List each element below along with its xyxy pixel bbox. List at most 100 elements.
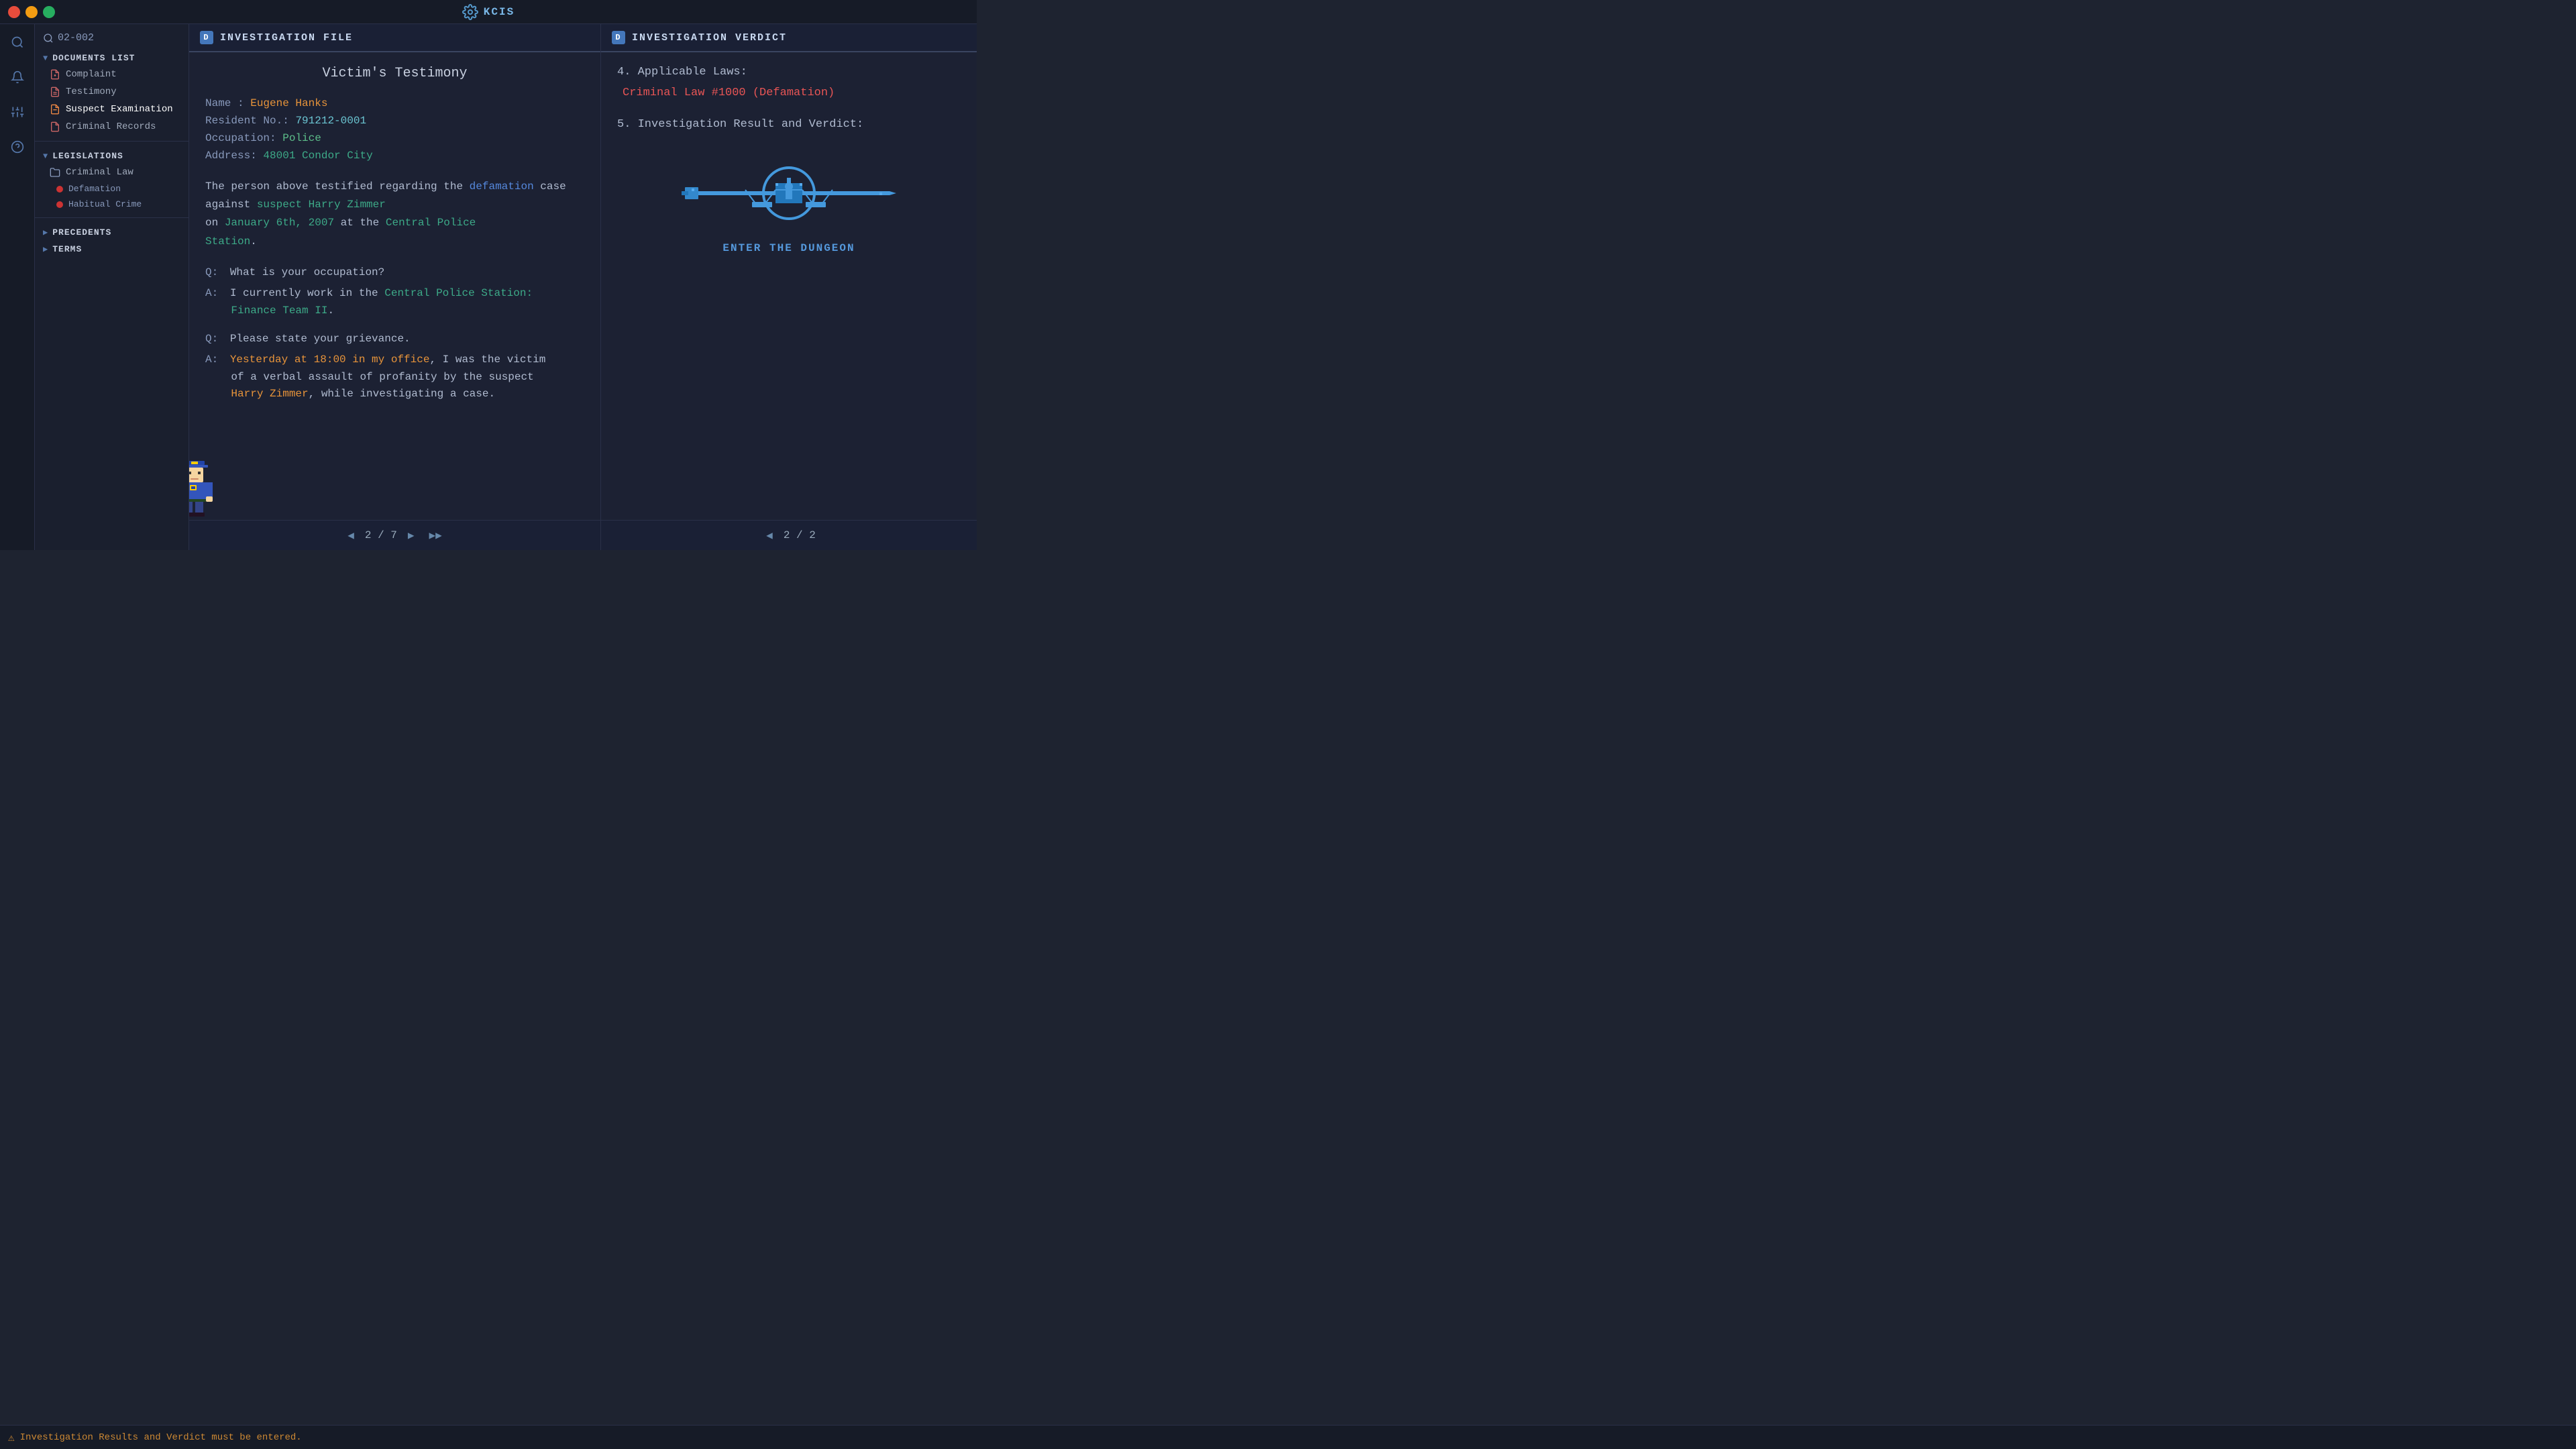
warning-icon: ⚠ — [8, 1431, 15, 1444]
case-id: 02-002 — [35, 30, 189, 49]
precedents-section-header[interactable]: ▶ Precedents — [35, 223, 189, 240]
app-logo: KCIS — [462, 4, 515, 20]
address-num: 48001 — [263, 150, 295, 162]
complaint-label: Complaint — [66, 69, 117, 80]
occupation-value: Police — [282, 132, 321, 144]
precedents-arrow: ▶ — [43, 227, 48, 237]
verdict-pagination: ◀ 2 / 2 — [762, 527, 816, 543]
sliders-icon-button[interactable] — [5, 99, 30, 125]
character-sprite — [189, 458, 218, 522]
investigation-file-panel: D Investigation File Victim's Testimony … — [189, 24, 601, 550]
qa-a2: A: Yesterday at 18:00 in my office, I wa… — [205, 352, 584, 403]
defamation-label: Defamation — [68, 184, 121, 194]
a2-label: A: — [205, 354, 218, 366]
criminal-records-label: Criminal Records — [66, 121, 156, 132]
sidebar: 02-002 ▼ Documents List Complaint Testim… — [35, 24, 189, 550]
qa-q1: Q: What is your occupation? — [205, 264, 584, 282]
file-page-text: 2 / 7 — [365, 529, 397, 541]
q1-text: What is your occupation? — [230, 266, 384, 278]
q2-label: Q: — [205, 333, 218, 345]
documents-arrow: ▼ — [43, 54, 48, 63]
address-city: Condor City — [302, 150, 373, 162]
search-icon — [11, 36, 24, 49]
documents-section-header[interactable]: ▼ Documents List — [35, 49, 189, 66]
habitual-crime-label: Habitual Crime — [68, 199, 142, 209]
verdict-section-5: 5. Investigation Result and Verdict: — [617, 118, 961, 131]
inv-verdict-content: 4. Applicable Laws: Criminal Law #1000 (… — [601, 52, 977, 520]
minimize-button[interactable] — [25, 6, 38, 18]
file-prev-first-button[interactable]: ◀ — [343, 527, 358, 543]
date-link: January 6th, 2007 — [225, 217, 334, 229]
gear-icon — [462, 4, 478, 20]
file-pagination: ◀ 2 / 7 ▶ ▶▶ — [343, 527, 446, 543]
resident-value: 791212-0001 — [295, 115, 366, 127]
main-layout: 02-002 ▼ Documents List Complaint Testim… — [0, 24, 977, 550]
precedents-label: Precedents — [52, 227, 111, 237]
bell-icon-button[interactable] — [5, 64, 30, 90]
legislations-section-header[interactable]: ▼ Legislations — [35, 147, 189, 164]
sidebar-item-criminal-law[interactable]: Criminal Law — [35, 164, 189, 181]
sliders-icon — [11, 105, 24, 119]
window-controls[interactable] — [8, 6, 55, 18]
defamation-link: defamation — [470, 180, 534, 193]
titlebar: KCIS — [0, 0, 977, 24]
sidebar-item-testimony[interactable]: Testimony — [35, 83, 189, 101]
help-icon-button[interactable] — [5, 134, 30, 160]
suspect-icon — [50, 104, 60, 115]
documents-label: Documents List — [52, 53, 135, 63]
icon-strip — [0, 24, 35, 550]
complaint-icon — [50, 69, 60, 80]
inv-verdict-title: Investigation Verdict — [632, 32, 787, 44]
a1-end: . — [327, 305, 334, 317]
defamation-dot — [56, 186, 63, 193]
inv-verdict-footer: ◀ 2 / 2 — [601, 520, 977, 550]
occupation-label: Occupation: — [205, 132, 276, 144]
section5-label: 5. Investigation Result and Verdict: — [617, 118, 961, 131]
file-last-button[interactable]: ▶▶ — [425, 527, 446, 543]
file-document-title: Victim's Testimony — [205, 66, 584, 81]
bell-icon — [11, 70, 24, 84]
qa-section: Q: What is your occupation? A: I current… — [205, 264, 584, 403]
investigation-verdict-panel: D Investigation Verdict 4. Applicable La… — [601, 24, 977, 550]
verdict-section-4: 4. Applicable Laws: Criminal Law #1000 (… — [617, 66, 961, 99]
law-folder-icon — [50, 167, 60, 178]
inv-verdict-header: D Investigation Verdict — [601, 24, 977, 52]
sidebar-item-criminal-records[interactable]: Criminal Records — [35, 118, 189, 136]
testimony-label: Testimony — [66, 87, 117, 97]
sidebar-item-suspect-examination[interactable]: Suspect Examination — [35, 101, 189, 118]
resident-label: Resident No.: — [205, 115, 289, 127]
maximize-button[interactable] — [43, 6, 55, 18]
inv-file-header: D Investigation File — [189, 24, 600, 52]
a2-time: Yesterday at 18:00 in my office — [230, 354, 430, 366]
sidebar-item-habitual-crime[interactable]: Habitual Crime — [35, 197, 189, 212]
sidebar-item-complaint[interactable]: Complaint — [35, 66, 189, 83]
app-title: KCIS — [484, 6, 515, 18]
name-label: Name : — [205, 97, 244, 109]
divider2 — [35, 217, 189, 218]
section4-label: 4. Applicable Laws: — [617, 66, 961, 78]
dungeon-widget[interactable]: ENTER THE DUNGEON — [617, 150, 961, 254]
suspect-examination-label: Suspect Examination — [66, 104, 173, 115]
terms-label: Terms — [52, 244, 82, 254]
sidebar-item-defamation[interactable]: Defamation — [35, 181, 189, 197]
divider1 — [35, 141, 189, 142]
field-name: Name : Eugene Hanks — [205, 97, 584, 109]
content-area: D Investigation File Victim's Testimony … — [189, 24, 977, 550]
a2-end: , while investigating a case. — [309, 388, 495, 400]
status-bar: ⚠ Investigation Results and Verdict must… — [0, 1425, 2576, 1449]
legislations-label: Legislations — [52, 151, 123, 161]
verdict-prev-button[interactable]: ◀ — [762, 527, 777, 543]
close-button[interactable] — [8, 6, 20, 18]
terms-section-header[interactable]: ▶ Terms — [35, 240, 189, 257]
suspect-name-link: suspect Harry Zimmer — [257, 199, 386, 211]
a1-text: I currently work in the — [230, 287, 384, 299]
q1-label: Q: — [205, 266, 218, 278]
police-character — [189, 458, 218, 518]
case-id-icon — [43, 33, 54, 44]
applicable-law: Criminal Law #1000 (Defamation) — [623, 87, 961, 99]
file-next-button[interactable]: ▶ — [404, 527, 419, 543]
question-icon — [11, 140, 24, 154]
verdict-page-text: 2 / 2 — [784, 529, 816, 541]
address-label: Address: — [205, 150, 257, 162]
search-icon-button[interactable] — [5, 30, 30, 55]
